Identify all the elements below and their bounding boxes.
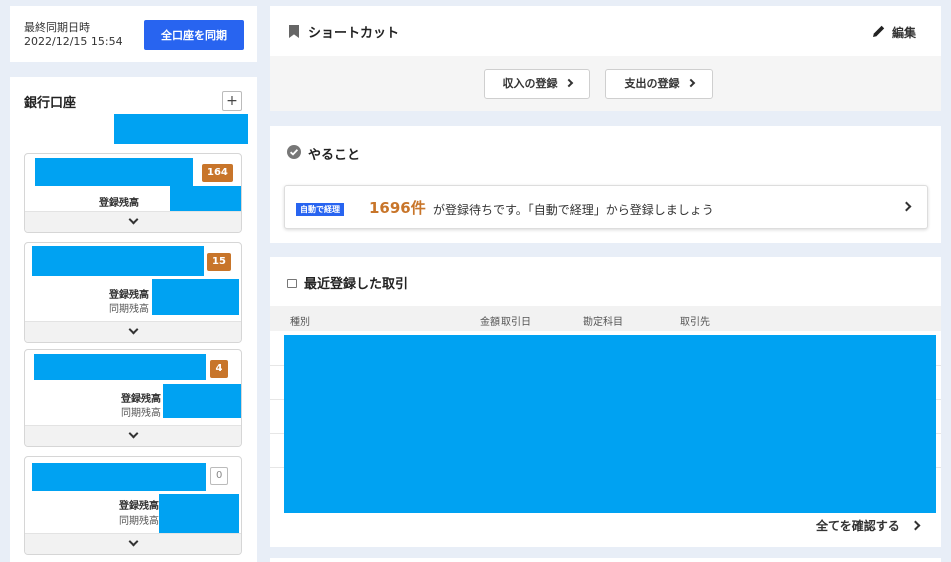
synced-balance-label: 同期残高 [109, 304, 149, 315]
auto-accounting-todo-item[interactable]: 自動で経理 1696件 が登録待ちです。「自動で経理」から登録しましょう [284, 185, 928, 229]
bank-accounts-title: 銀行口座 [24, 96, 77, 111]
bank-accounts-panel: 銀行口座 + 164 登録残高 15 登録残高 同期残高 4 登録残高 同期残高… [10, 77, 257, 562]
column-account-item: 勘定科目 [583, 317, 623, 328]
sync-all-accounts-button[interactable]: 全口座を同期 [144, 20, 244, 50]
registered-balance-label: 登録残高 [109, 290, 149, 301]
transactions-table-header: 種別 金額 取引日 勘定科目 取引先 [270, 306, 941, 331]
redacted-registered-balance [170, 186, 241, 214]
sync-card: 最終同期日時 2022/12/15 15:54 全口座を同期 [10, 6, 257, 62]
chevron-down-icon [128, 324, 138, 335]
register-income-label: 収入の登録 [502, 77, 558, 90]
synced-balance-label: 同期残高 [121, 408, 161, 419]
shortcut-header: ショートカット 編集 [270, 6, 941, 56]
pencil-icon[interactable] [872, 24, 886, 38]
shortcut-panel: ショートカット 編集 収入の登録 支出の登録 [270, 6, 941, 111]
redacted-account-name [34, 354, 206, 380]
pending-count-badge: 0 [210, 467, 229, 485]
chevron-down-icon [128, 536, 138, 547]
bank-account-card: 15 登録残高 同期残高 [24, 242, 242, 343]
expand-account-toggle[interactable] [25, 533, 241, 554]
check-circle-icon [287, 145, 301, 159]
redacted-balance-values [152, 279, 239, 315]
edit-shortcuts-button[interactable]: 編集 [892, 24, 916, 41]
comment-icon [287, 279, 297, 288]
column-date: 取引日 [501, 317, 531, 328]
pending-count: 1696件 [369, 199, 426, 217]
chevron-right-icon [564, 78, 573, 88]
last-sync-label: 最終同期日時 [24, 21, 90, 34]
register-expense-label: 支出の登録 [624, 77, 680, 90]
shortcut-title: ショートカット [308, 26, 400, 41]
todo-message: が登録待ちです。「自動で経理」から登録しましょう [433, 203, 714, 217]
todo-panel: やること 自動で経理 1696件 が登録待ちです。「自動で経理」から登録しましょ… [270, 126, 941, 243]
redacted-account-name [35, 158, 193, 186]
pending-count-badge: 4 [210, 360, 228, 378]
column-partner: 取引先 [680, 317, 710, 328]
pending-count-badge: 164 [202, 164, 233, 182]
recent-transactions-title: 最近登録した取引 [304, 277, 409, 292]
expand-account-toggle[interactable] [25, 321, 241, 342]
last-sync-timestamp: 2022/12/15 15:54 [24, 35, 123, 48]
registered-balance-label: 登録残高 [119, 501, 159, 512]
chevron-down-icon [128, 428, 138, 439]
expand-account-toggle[interactable] [25, 211, 241, 232]
todo-title: やること [308, 148, 361, 163]
redacted-total-balance [114, 114, 248, 144]
shortcut-buttons-area: 収入の登録 支出の登録 [270, 56, 941, 111]
auto-accounting-badge: 自動で経理 [296, 203, 344, 216]
bank-account-card: 164 登録残高 [24, 153, 242, 233]
synced-balance-label: 同期残高 [119, 516, 159, 527]
bank-account-card: 4 登録残高 同期残高 [24, 349, 242, 447]
redacted-balance-values [159, 494, 239, 534]
next-panel-edge [270, 558, 941, 562]
column-type: 種別 [290, 317, 310, 328]
column-amount: 金額 [480, 317, 500, 328]
redacted-account-name [32, 463, 206, 491]
redacted-balance-values [163, 384, 241, 418]
recent-transactions-panel: 最近登録した取引 種別 金額 取引日 勘定科目 取引先 全てを確認する [270, 257, 941, 547]
register-expense-button[interactable]: 支出の登録 [605, 69, 713, 99]
expand-account-toggle[interactable] [25, 425, 241, 446]
registered-balance-label: 登録残高 [121, 394, 161, 405]
register-income-button[interactable]: 収入の登録 [484, 69, 590, 99]
chevron-down-icon [128, 214, 138, 225]
registered-balance-label: 登録残高 [99, 198, 139, 209]
bookmark-icon [289, 25, 299, 38]
chevron-right-icon [910, 520, 921, 531]
chevron-right-icon [901, 201, 912, 212]
redacted-transactions [284, 335, 936, 513]
chevron-right-icon [686, 78, 695, 88]
add-bank-account-button[interactable]: + [222, 91, 242, 111]
bank-account-card: 0 登録残高 同期残高 [24, 456, 242, 555]
redacted-account-name [32, 246, 204, 276]
pending-count-badge: 15 [207, 253, 231, 271]
view-all-transactions-link[interactable]: 全てを確認する [816, 517, 900, 534]
